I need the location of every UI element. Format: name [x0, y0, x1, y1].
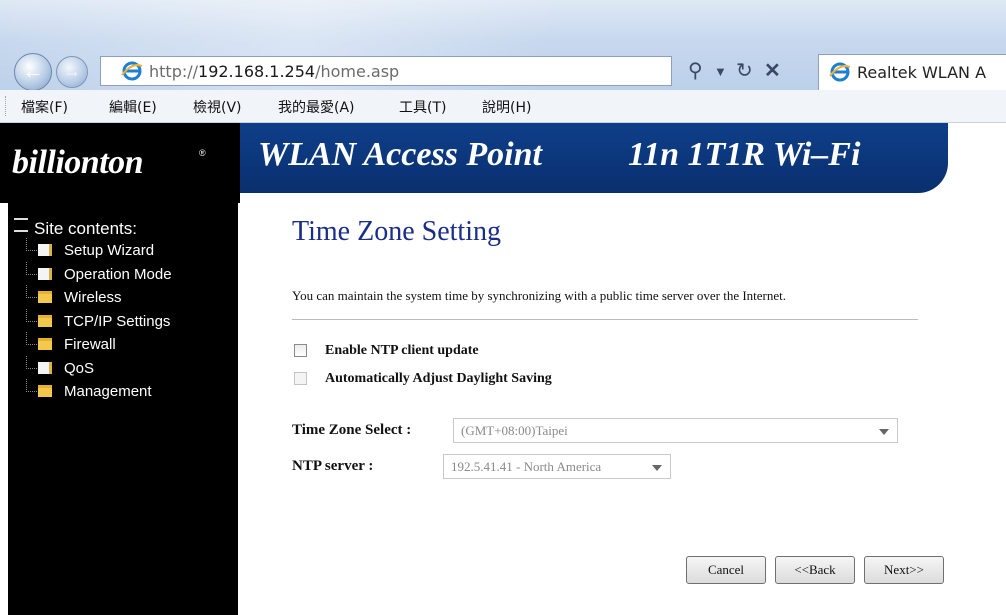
document-icon: [38, 362, 52, 374]
banner-title: WLAN Access Point: [258, 136, 542, 173]
sidebar-item-qos[interactable]: QoS: [26, 356, 95, 377]
sidebar-item-management[interactable]: Management: [26, 379, 152, 400]
menu-grip: [5, 96, 9, 116]
ntp-server-label: NTP server :: [292, 458, 374, 474]
sidebar-heading-label: Site contents:: [34, 219, 138, 238]
daylight-saving-checkbox[interactable]: [294, 372, 307, 385]
timezone-label: Time Zone Select :: [292, 422, 412, 438]
ntp-server-value: 192.5.41.41 - North America: [451, 459, 602, 474]
sidebar-item-label: Management: [64, 383, 152, 400]
sidebar-item-tcpip-settings[interactable]: TCP/IP Settings: [26, 309, 171, 330]
trademark-mark: ®: [199, 148, 206, 158]
tab-ie-icon: [829, 62, 851, 82]
sidebar-item-setup-wizard[interactable]: Setup Wizard: [26, 238, 155, 259]
banner-curve: [238, 193, 298, 233]
search-icon[interactable]: ⚲: [688, 58, 703, 83]
tree-line: [26, 309, 37, 322]
tree-line: [26, 285, 37, 298]
document-icon: [38, 268, 52, 280]
sidebar-item-label: Operation Mode: [64, 266, 172, 283]
address-bar[interactable]: http://192.168.1.254/home.asp: [100, 56, 672, 86]
address-tools: ⚲ ▼ ↻ ✕: [684, 56, 814, 86]
refresh-icon[interactable]: ↻: [736, 58, 753, 83]
timezone-select[interactable]: (GMT+08:00)Taipei: [453, 418, 898, 443]
sidebar-item-label: Wireless: [64, 289, 122, 306]
enable-ntp-label: Enable NTP client update: [325, 343, 479, 358]
divider: [292, 319, 918, 320]
folder-icon: [38, 385, 52, 397]
menu-edit[interactable]: 編輯(E): [109, 97, 157, 117]
menu-bar: 檔案(F) 編輯(E) 檢視(V) 我的最愛(A) 工具(T) 說明(H): [0, 90, 1006, 123]
tab-title: Realtek WLAN A: [857, 63, 987, 82]
tree-line: [26, 379, 37, 392]
folder-icon: [38, 315, 52, 327]
chevron-down-icon: [652, 465, 662, 471]
back-button[interactable]: ←: [14, 53, 52, 91]
tree-line: [26, 356, 37, 369]
enable-ntp-checkbox[interactable]: [294, 344, 307, 357]
banner-subtitle: 11n 1T1R Wi–Fi: [628, 136, 861, 173]
back-step-button[interactable]: <<Back: [775, 556, 855, 584]
sidebar: [8, 203, 238, 615]
daylight-saving-label: Automatically Adjust Daylight Saving: [325, 371, 552, 386]
sidebar-item-label: Setup Wizard: [64, 242, 155, 259]
cancel-button[interactable]: Cancel: [686, 556, 766, 584]
page-title: Time Zone Setting: [292, 216, 501, 247]
ntp-server-select[interactable]: 192.5.41.41 - North America: [443, 454, 671, 479]
menu-view[interactable]: 檢視(V): [193, 97, 242, 117]
sidebar-item-operation-mode[interactable]: Operation Mode: [26, 262, 172, 283]
sidebar-item-label: QoS: [64, 360, 95, 377]
sidebar-item-firewall[interactable]: Firewall: [26, 332, 116, 353]
page-description: You can maintain the system time by sync…: [292, 288, 787, 303]
menu-tools[interactable]: 工具(T): [399, 97, 446, 117]
stop-icon[interactable]: ✕: [764, 58, 781, 83]
dropdown-icon[interactable]: ▼: [714, 64, 727, 79]
address-url[interactable]: http://192.168.1.254/home.asp: [149, 62, 399, 81]
chevron-down-icon: [879, 429, 889, 435]
menu-file[interactable]: 檔案(F): [21, 97, 68, 117]
sidebar-item-label: Firewall: [64, 336, 116, 353]
menu-favorites[interactable]: 我的最愛(A): [278, 97, 355, 117]
ie-logo-icon: [121, 61, 143, 81]
folder-icon: [38, 338, 52, 350]
brand-logo: billionton: [12, 144, 144, 181]
next-button[interactable]: Next>>: [864, 556, 944, 584]
timezone-value: (GMT+08:00)Taipei: [461, 423, 568, 438]
sidebar-item-label: TCP/IP Settings: [64, 313, 171, 330]
document-icon: [38, 244, 52, 256]
tree-line: [26, 332, 37, 345]
forward-button[interactable]: →: [56, 56, 88, 88]
site-contents-icon: [14, 218, 28, 232]
tree-line: [26, 262, 37, 275]
menu-help[interactable]: 說明(H): [482, 97, 531, 117]
folder-icon: [38, 291, 52, 303]
sidebar-item-wireless[interactable]: Wireless: [26, 285, 122, 306]
browser-tab[interactable]: Realtek WLAN A: [818, 54, 1006, 90]
sidebar-heading: Site contents:: [14, 218, 137, 239]
tree-line: [26, 238, 37, 251]
